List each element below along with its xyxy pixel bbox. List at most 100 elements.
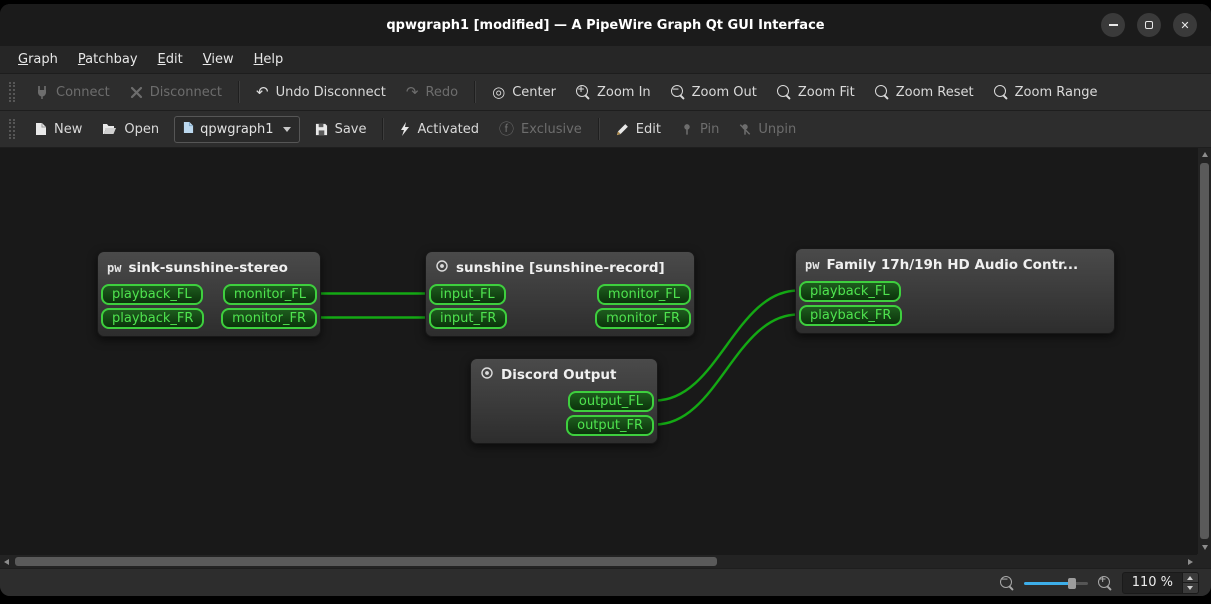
zoom-reset-icon [874, 85, 889, 99]
port-row: input_FL monitor_FL [429, 284, 691, 305]
statusbar: − + 110 % [0, 568, 1211, 596]
scroll-left-icon[interactable] [4, 559, 9, 565]
node-sunshine-record[interactable]: sunshine [sunshine-record] input_FL moni… [425, 251, 695, 337]
menu-patchbay[interactable]: Patchbay [70, 49, 146, 70]
titlebar[interactable]: qpwgraph1 [modified] — A PipeWire Graph … [0, 4, 1211, 46]
disconnect-icon [130, 86, 143, 99]
zoom-range-button[interactable]: Zoom Range [985, 79, 1107, 106]
redo-button[interactable]: ↷ Redo [397, 79, 467, 106]
center-label: Center [512, 84, 556, 100]
open-button[interactable]: Open [93, 116, 168, 143]
exclusive-icon: ⓕ [499, 119, 515, 138]
horizontal-scroll-thumb[interactable] [15, 557, 717, 566]
maximize-button[interactable] [1137, 13, 1161, 37]
undo-disconnect-button[interactable]: ↶ Undo Disconnect [247, 79, 395, 106]
zoom-slider-track-rest [1073, 581, 1088, 585]
open-label: Open [124, 121, 160, 137]
edit-pencil-icon [616, 123, 629, 136]
menu-view[interactable]: View [195, 49, 242, 70]
port-playback-fr[interactable]: playback_FR [101, 308, 205, 329]
menu-edit[interactable]: Edit [150, 49, 191, 70]
pin-icon [681, 123, 693, 136]
port-row: output_FL [474, 391, 654, 412]
edit-button[interactable]: Edit [607, 116, 670, 143]
connect-button[interactable]: Connect [26, 79, 119, 106]
zoom-in-icon: + [575, 85, 590, 99]
close-button[interactable]: ✕ [1173, 13, 1197, 37]
spin-down-button[interactable] [1183, 582, 1198, 593]
center-button[interactable]: ◎ Center [483, 79, 565, 106]
node-header: pw Family 17h/19h HD Audio Contr... [799, 252, 1111, 278]
port-row: playback_FL [799, 281, 1111, 302]
port-monitor-fl[interactable]: monitor_FL [596, 284, 691, 305]
zoom-range-icon [993, 85, 1008, 99]
unpin-button[interactable]: Unpin [730, 116, 805, 143]
scroll-right-icon[interactable] [1188, 559, 1193, 565]
node-family-hd-audio[interactable]: pw Family 17h/19h HD Audio Contr... play… [795, 248, 1115, 334]
spin-up-button[interactable] [1183, 572, 1198, 582]
port-row: playback_FL monitor_FL [101, 284, 317, 305]
port-input-fr[interactable]: input_FR [429, 308, 508, 329]
zoom-in-icon[interactable]: + [1097, 575, 1112, 590]
port-playback-fl[interactable]: playback_FL [101, 284, 203, 305]
pipewire-icon: pw [805, 258, 820, 272]
zoom-spinbox[interactable]: 110 % [1121, 571, 1199, 594]
toolbar-grip[interactable] [9, 82, 15, 102]
zoom-fit-icon [776, 85, 791, 99]
port-input-fl[interactable]: input_FL [429, 284, 506, 305]
new-button[interactable]: New [26, 116, 91, 143]
menu-graph[interactable]: Graph [10, 49, 66, 70]
new-file-icon [35, 122, 47, 136]
port-playback-fl[interactable]: playback_FL [799, 281, 901, 302]
patchbay-select[interactable]: qpwgraph1 [174, 115, 300, 143]
port-monitor-fl[interactable]: monitor_FL [222, 284, 317, 305]
save-button[interactable]: Save [306, 116, 376, 143]
minimize-button[interactable] [1101, 13, 1125, 37]
unpin-label: Unpin [758, 121, 797, 137]
zoom-reset-button[interactable]: Zoom Reset [866, 79, 983, 106]
node-header: pw sink-sunshine-stereo [101, 255, 317, 281]
menubar: Graph Patchbay Edit View Help [0, 46, 1211, 74]
spinbox-buttons [1182, 572, 1198, 593]
zoom-fit-label: Zoom Fit [797, 84, 855, 100]
redo-label: Redo [425, 84, 459, 100]
toolbar-separator [237, 81, 240, 103]
patchbay-select-value: qpwgraph1 [200, 121, 274, 137]
edit-label: Edit [635, 121, 661, 137]
zoom-in-label: Zoom In [596, 84, 651, 100]
activated-label: Activated [417, 121, 480, 137]
zoom-out-icon[interactable]: − [999, 575, 1014, 590]
save-label: Save [334, 121, 367, 137]
zoom-value: 110 % [1131, 575, 1173, 590]
port-output-fl[interactable]: output_FL [567, 391, 654, 412]
port-playback-fr[interactable]: playback_FR [799, 305, 903, 326]
port-monitor-fr[interactable]: monitor_FR [221, 308, 317, 329]
pin-button[interactable]: Pin [672, 116, 728, 143]
scroll-up-icon[interactable] [1202, 152, 1208, 157]
port-output-fr[interactable]: output_FR [566, 415, 654, 436]
zoom-slider-handle[interactable] [1067, 577, 1076, 589]
menu-help[interactable]: Help [246, 49, 292, 70]
node-discord-output[interactable]: Discord Output output_FL output_FR [470, 358, 658, 444]
zoom-out-button[interactable]: − Zoom Out [662, 79, 766, 106]
node-sink-sunshine-stereo[interactable]: pw sink-sunshine-stereo playback_FL moni… [97, 251, 321, 337]
vertical-scroll-thumb[interactable] [1200, 163, 1209, 539]
vertical-scrollbar[interactable] [1197, 148, 1211, 554]
toolbar-grip[interactable] [9, 119, 15, 139]
exclusive-toggle[interactable]: ⓕ Exclusive [490, 116, 591, 143]
port-monitor-fr[interactable]: monitor_FR [595, 308, 691, 329]
toolbar-separator [474, 81, 477, 103]
zoom-in-button[interactable]: + Zoom In [567, 79, 660, 106]
scroll-down-icon[interactable] [1202, 545, 1208, 550]
save-icon [315, 123, 328, 136]
horizontal-scrollbar[interactable] [0, 554, 1197, 568]
zoom-fit-button[interactable]: Zoom Fit [768, 79, 864, 106]
center-icon: ◎ [492, 82, 506, 101]
connect-icon [35, 85, 49, 99]
maximize-icon [1145, 21, 1153, 29]
window-title: qpwgraph1 [modified] — A PipeWire Graph … [386, 17, 825, 33]
graph-canvas[interactable]: pw sink-sunshine-stereo playback_FL moni… [0, 148, 1211, 568]
disconnect-button[interactable]: Disconnect [121, 79, 231, 106]
activated-toggle[interactable]: Activated [391, 116, 488, 143]
zoom-slider[interactable] [1023, 576, 1088, 590]
